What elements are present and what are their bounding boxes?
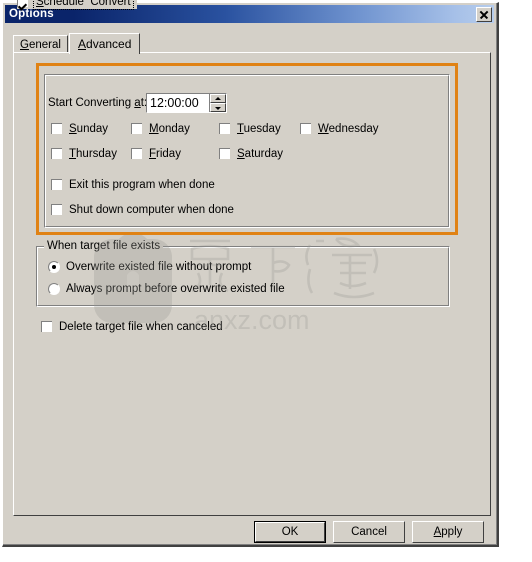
ok-button[interactable]: OK xyxy=(254,521,326,543)
start-time-field[interactable]: 12:00:00 xyxy=(146,93,227,113)
tuesday-checkbox[interactable] xyxy=(219,123,231,135)
monday-checkbox[interactable] xyxy=(131,123,143,135)
options-dialog: Options General Advanced Schedule Conver… xyxy=(2,0,499,547)
day-checkbox-saturday[interactable]: Saturday xyxy=(219,148,283,160)
shutdown-computer-row[interactable]: Shut down computer when done xyxy=(51,204,234,216)
chevron-up-icon[interactable] xyxy=(210,94,226,103)
apply-button[interactable]: Apply xyxy=(412,521,484,543)
start-time-value[interactable]: 12:00:00 xyxy=(147,94,210,112)
schedule-convert-label: Schedule Convert xyxy=(33,0,134,10)
tab-general-accel: G xyxy=(20,38,29,51)
tab-general-label: eneral xyxy=(28,38,61,51)
delete-target-file-label: Delete target file when canceled xyxy=(59,321,223,333)
sunday-label: Sunday xyxy=(69,123,109,135)
cancel-button[interactable]: Cancel xyxy=(333,521,405,543)
target-group-inner-frame xyxy=(37,247,449,306)
start-time-stepper[interactable] xyxy=(210,94,226,112)
wednesday-label: Wednesday xyxy=(318,123,379,135)
schedule-convert-checkbox[interactable] xyxy=(17,0,29,8)
shutdown-computer-checkbox[interactable] xyxy=(51,204,63,216)
tuesday-label: Tuesday xyxy=(237,123,281,135)
tab-advanced[interactable]: Advanced xyxy=(69,33,141,54)
friday-checkbox[interactable] xyxy=(131,148,143,160)
dialog-inner-frame: Options General Advanced Schedule Conver… xyxy=(3,0,497,545)
wednesday-checkbox[interactable] xyxy=(300,123,312,135)
start-converting-accel: a xyxy=(134,97,141,109)
exit-program-row[interactable]: Exit this program when done xyxy=(51,179,215,191)
apply-button-label: Apply xyxy=(433,526,463,538)
delete-target-file-row[interactable]: Delete target file when canceled xyxy=(41,321,223,333)
exit-program-label: Exit this program when done xyxy=(69,179,215,191)
overwrite-option-row[interactable]: Overwrite existed file without prompt xyxy=(48,261,251,273)
tabstrip: General Advanced xyxy=(13,33,491,54)
overwrite-label: Overwrite existed file without prompt xyxy=(66,261,252,273)
day-checkbox-friday[interactable]: Friday xyxy=(131,148,181,160)
monday-label: Monday xyxy=(149,123,190,135)
target-file-exists-caption: When target file exists xyxy=(44,239,164,253)
delete-target-file-checkbox[interactable] xyxy=(41,321,53,333)
day-checkbox-thursday[interactable]: Thursday xyxy=(51,148,117,160)
start-converting-label: Start Converting at: xyxy=(48,97,148,109)
cancel-button-label: Cancel xyxy=(351,526,387,538)
thursday-label: Thursday xyxy=(69,148,117,160)
friday-label: Friday xyxy=(149,148,181,160)
ok-button-label: OK xyxy=(281,526,299,538)
day-checkbox-tuesday[interactable]: Tuesday xyxy=(219,123,281,135)
day-checkbox-wednesday[interactable]: Wednesday xyxy=(300,123,379,135)
overwrite-radio[interactable] xyxy=(48,261,60,273)
schedule-convert-caption[interactable]: Schedule Convert xyxy=(17,0,137,10)
thursday-checkbox[interactable] xyxy=(51,148,63,160)
tab-advanced-accel: A xyxy=(78,37,87,51)
saturday-label: Saturday xyxy=(237,148,284,160)
chevron-down-icon[interactable] xyxy=(210,103,226,112)
tab-advanced-label: dvanced xyxy=(86,37,132,51)
day-checkbox-sunday[interactable]: Sunday xyxy=(51,123,108,135)
saturday-checkbox[interactable] xyxy=(219,148,231,160)
always-prompt-radio[interactable] xyxy=(48,283,60,295)
always-prompt-option-row[interactable]: Always prompt before overwrite existed f… xyxy=(48,283,285,295)
target-file-exists-group xyxy=(36,246,450,307)
window-title: Options xyxy=(9,8,54,20)
day-checkbox-monday[interactable]: Monday xyxy=(131,123,190,135)
always-prompt-label: Always prompt before overwrite existed f… xyxy=(66,283,285,295)
tab-general[interactable]: General xyxy=(13,35,68,53)
exit-program-checkbox[interactable] xyxy=(51,179,63,191)
close-icon[interactable] xyxy=(476,6,492,22)
shutdown-computer-label: Shut down computer when done xyxy=(69,204,234,216)
sunday-checkbox[interactable] xyxy=(51,123,63,135)
